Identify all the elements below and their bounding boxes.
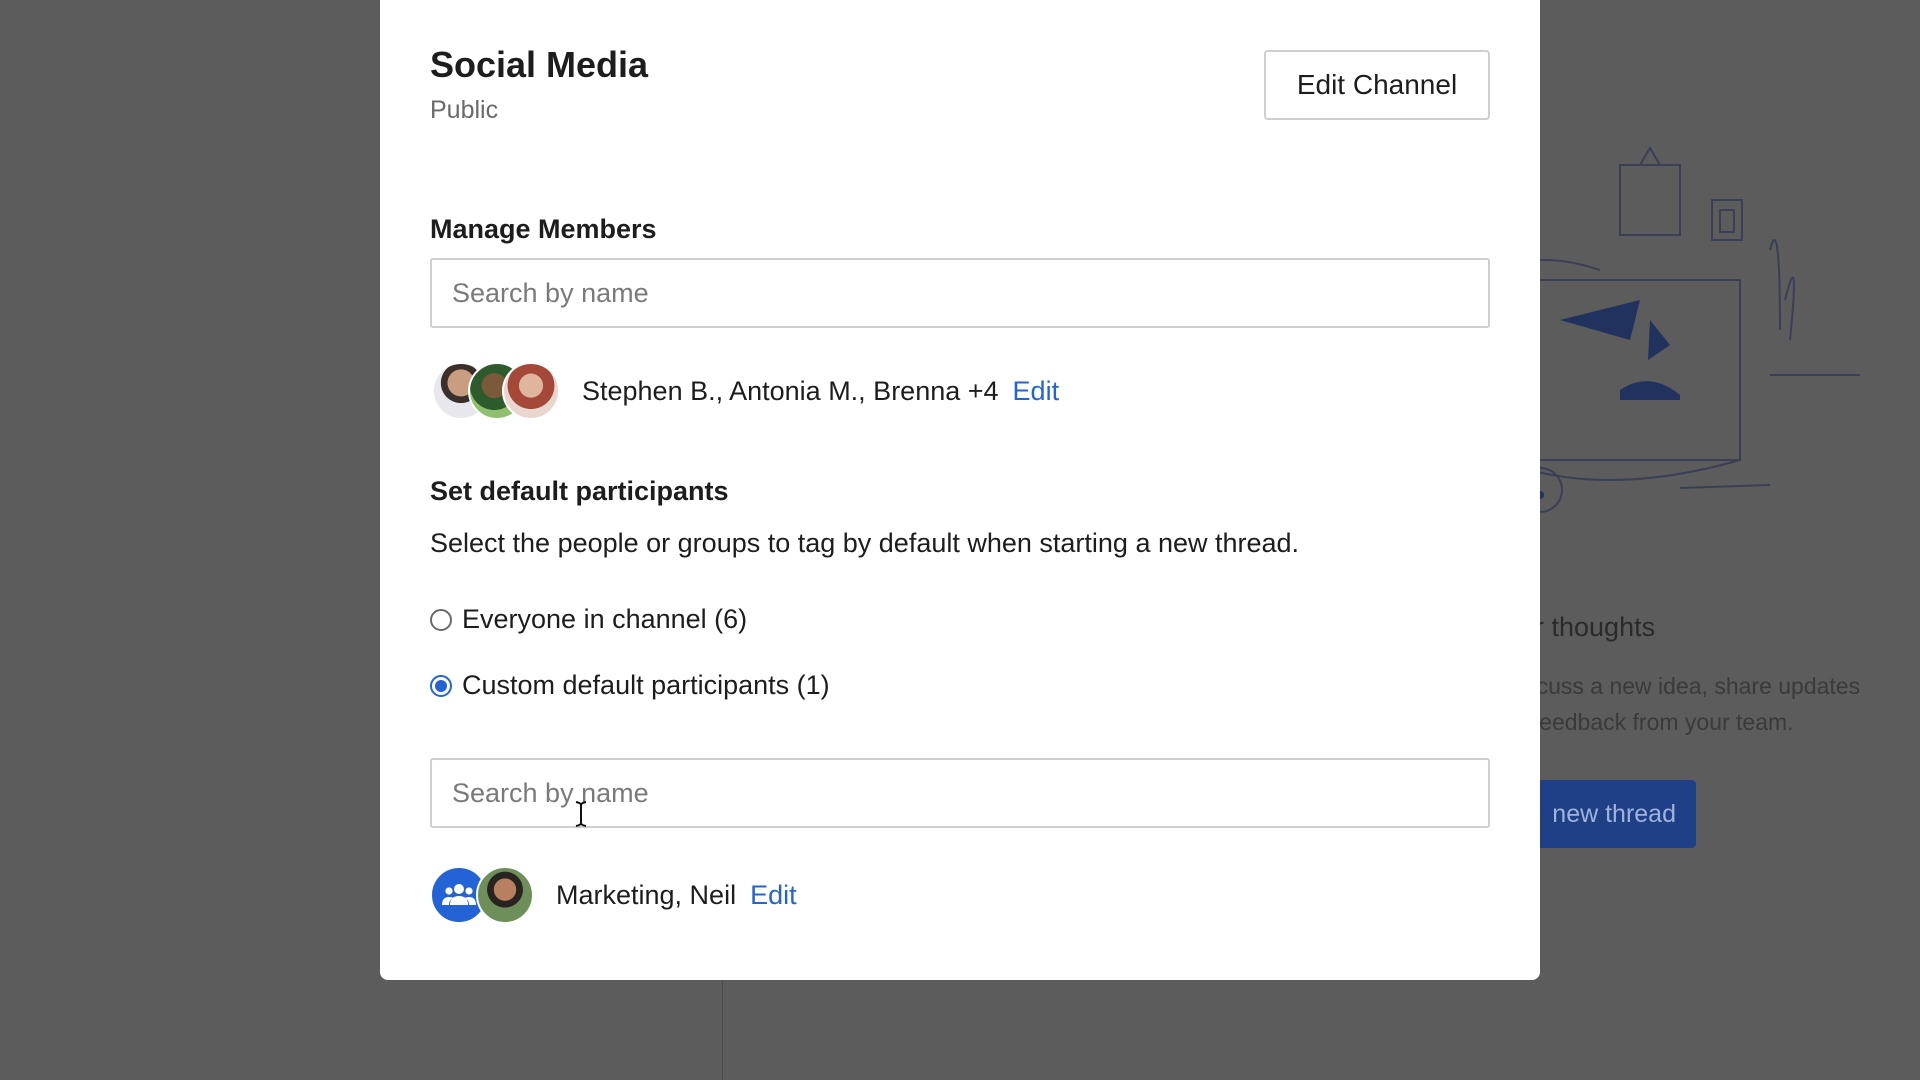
- avatar: [502, 362, 560, 420]
- background-illustration: [1499, 146, 1860, 513]
- manage-members-heading: Manage Members: [430, 214, 657, 244]
- edit-channel-button[interactable]: Edit Channel: [1264, 50, 1490, 120]
- participants-summary: Marketing, Neil Edit: [556, 880, 797, 911]
- edit-members-link[interactable]: Edit: [1013, 376, 1060, 406]
- channel-visibility: Public: [430, 96, 499, 124]
- radio-unchecked-icon[interactable]: [430, 608, 452, 631]
- radio-label: Custom default participants (1): [462, 670, 830, 700]
- channel-title: Social Media: [430, 44, 649, 85]
- background-heading: ur thoughts: [1520, 612, 1656, 642]
- channel-settings-modal: Social Media Public Edit Channel Manage …: [380, 0, 1540, 980]
- background-body-line: iscuss a new idea, share updates: [1520, 673, 1861, 699]
- background-divider: [722, 980, 723, 1080]
- default-participants-description: Select the people or groups to tag by de…: [430, 528, 1300, 558]
- background-body: iscuss a new idea, share updates t feedb…: [1520, 668, 1860, 740]
- radio-label: Everyone in channel (6): [462, 604, 748, 634]
- radio-checked-icon[interactable]: [430, 674, 452, 697]
- participant-search-input[interactable]: [430, 758, 1490, 828]
- member-avatars: [432, 362, 562, 422]
- members-summary: Stephen B., Antonia M., Brenna +4 Edit: [582, 376, 1059, 407]
- text-cursor-icon: [575, 801, 587, 827]
- avatar: [476, 866, 534, 924]
- participants-summary-text: Marketing, Neil: [556, 880, 737, 910]
- group-icon: [442, 884, 476, 905]
- radio-custom-default-participants[interactable]: Custom default participants (1): [430, 670, 830, 701]
- radio-everyone-in-channel[interactable]: Everyone in channel (6): [430, 604, 747, 635]
- participant-avatars: [430, 866, 538, 926]
- default-participants-heading: Set default participants: [430, 476, 729, 506]
- member-search-input[interactable]: [430, 258, 1490, 328]
- members-summary-text: Stephen B., Antonia M., Brenna +4: [582, 376, 999, 406]
- edit-participants-link[interactable]: Edit: [750, 880, 797, 910]
- background-new-thread-button[interactable]: new thread: [1520, 780, 1696, 848]
- background-body-line: t feedback from your team.: [1520, 709, 1794, 735]
